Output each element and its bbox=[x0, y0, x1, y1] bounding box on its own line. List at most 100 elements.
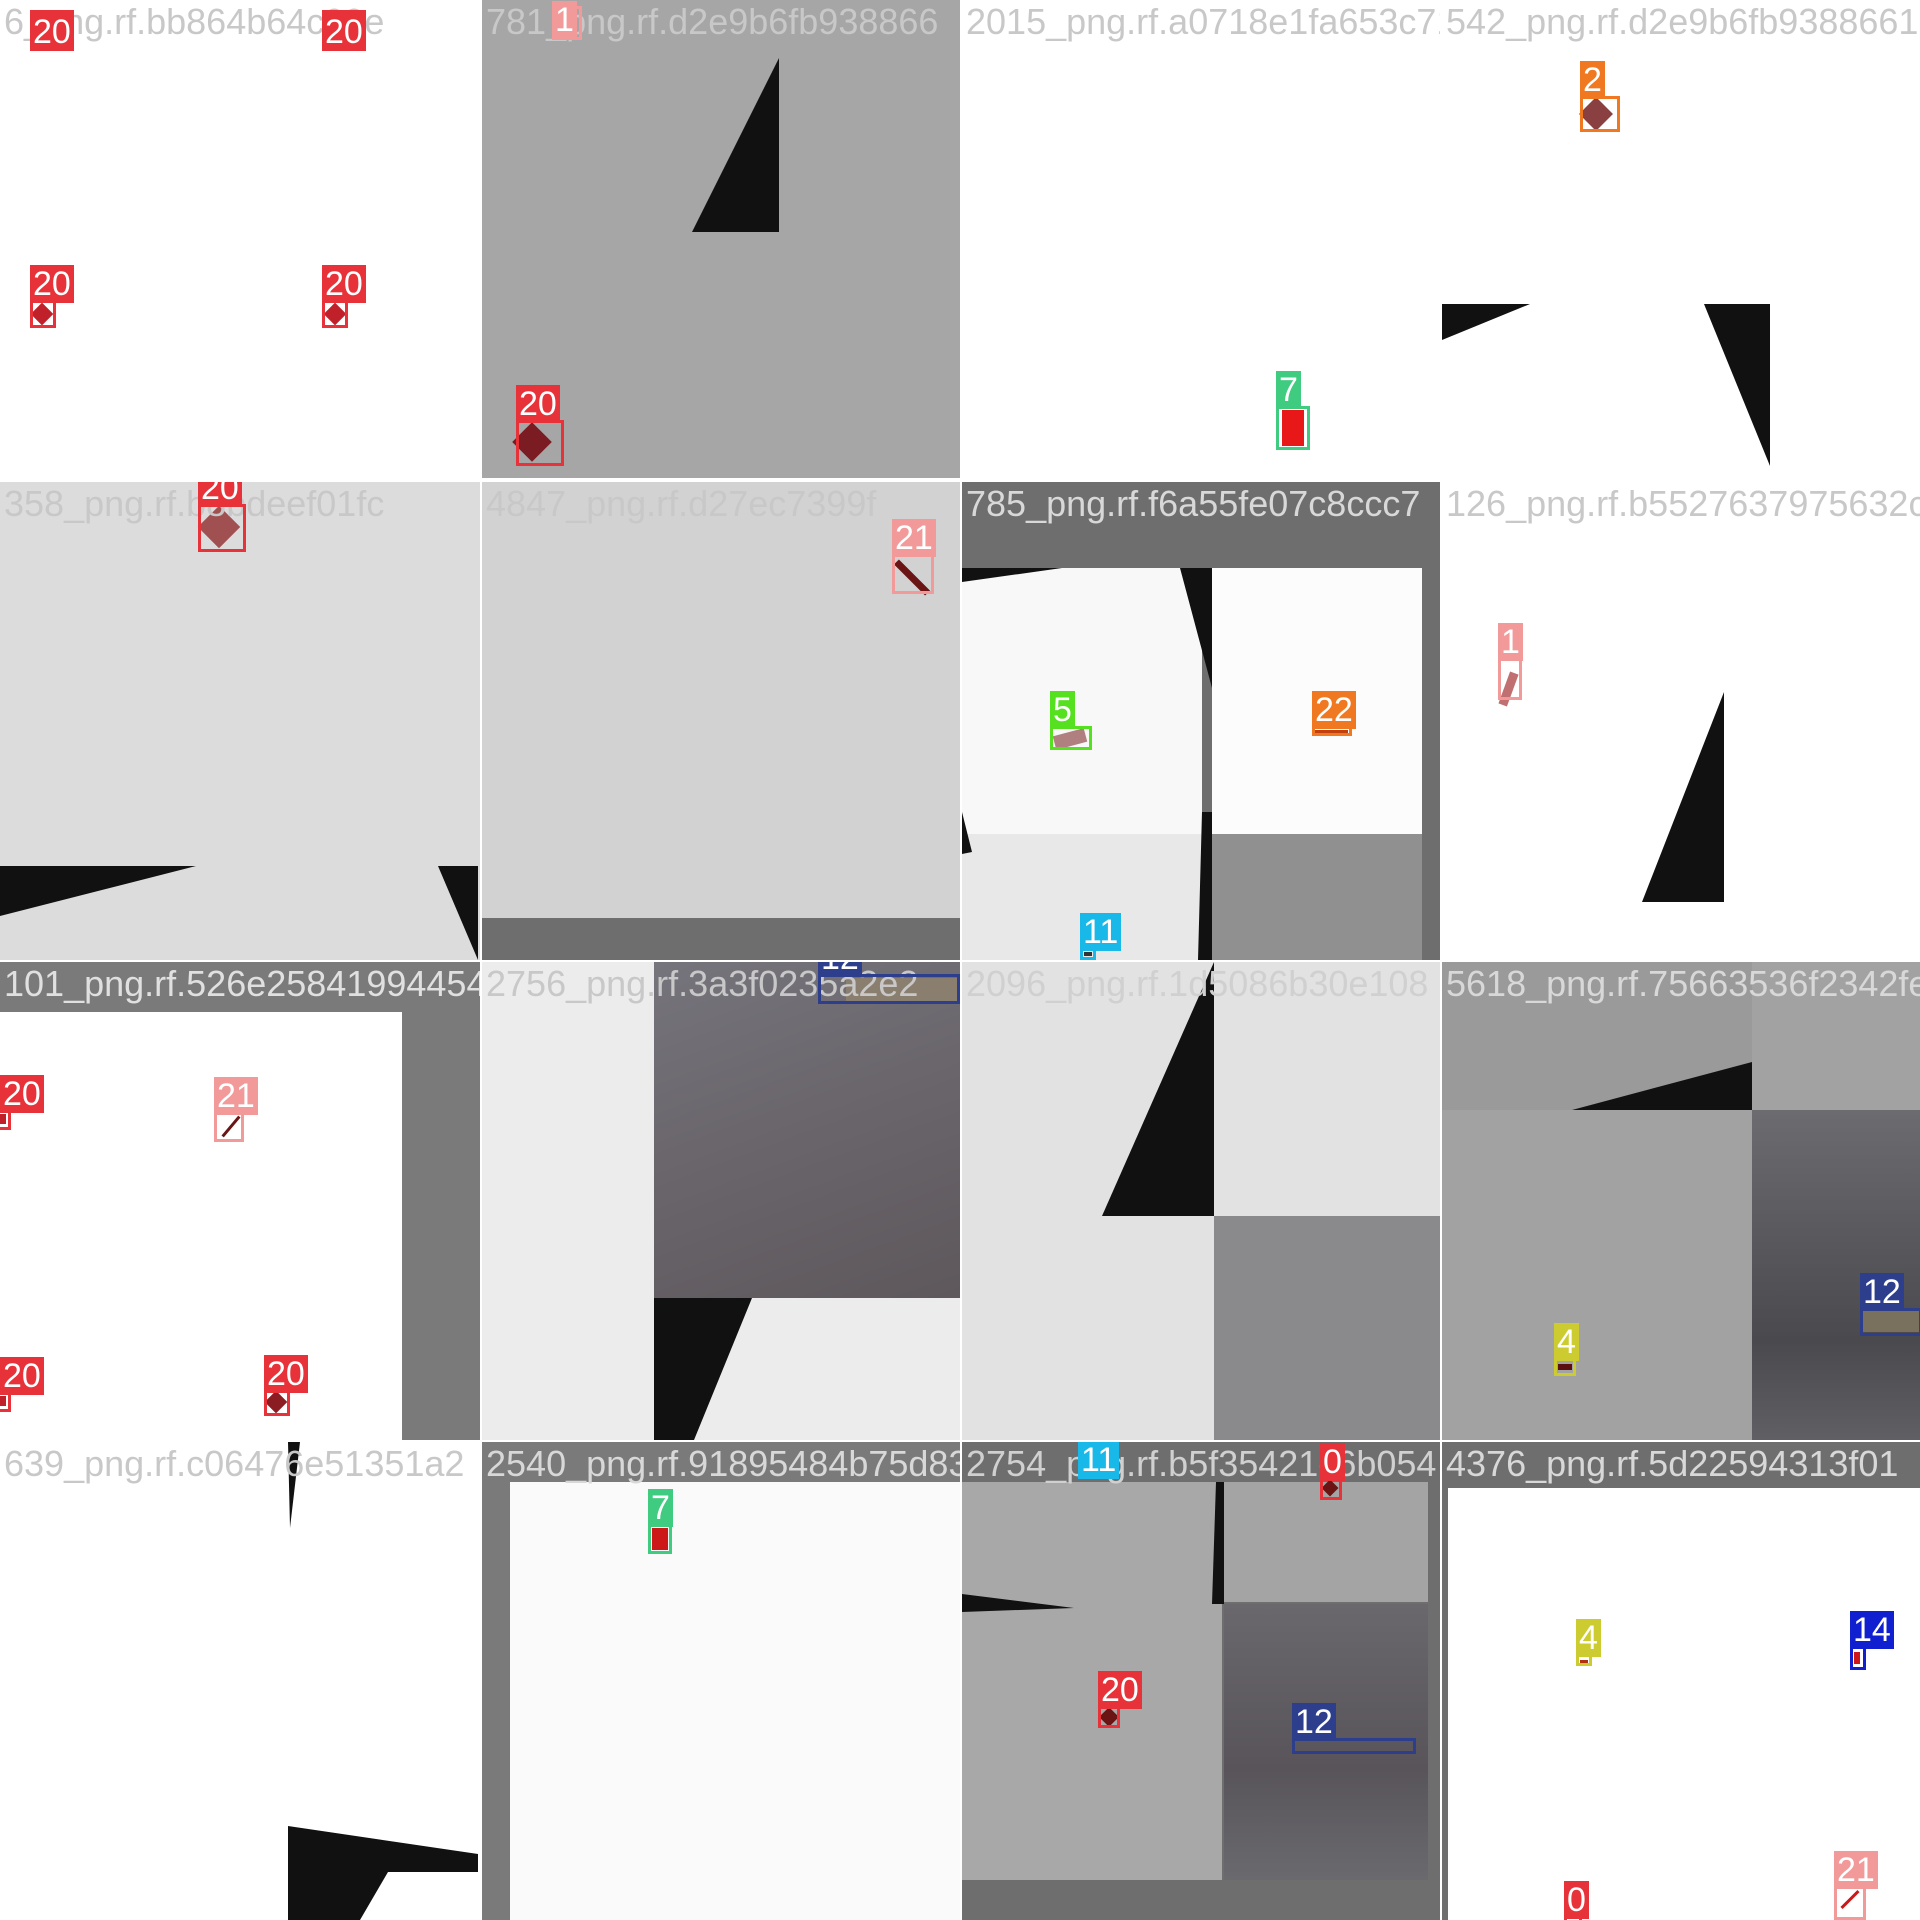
detection-box: 1 bbox=[1498, 623, 1523, 700]
grey-panel bbox=[1224, 1482, 1428, 1602]
tile-2: 2015_png.rf.a0718e1fa653c71542e 7 bbox=[962, 0, 1440, 478]
tile-6: 785_png.rf.f6a55fe07c8ccc7 5 22 11 bbox=[962, 482, 1440, 960]
detection-label: 20 bbox=[322, 265, 366, 303]
detection-label: 21 bbox=[892, 519, 936, 557]
detection-label: 20 bbox=[1098, 1671, 1142, 1709]
detection-label: 20 bbox=[198, 482, 242, 507]
detection-label: 14 bbox=[1850, 1611, 1894, 1649]
tile-1: 781_png.rf.d2e9b6fb938866 1 20 bbox=[482, 0, 960, 478]
detection-box: 20 bbox=[322, 10, 366, 51]
detection-label: 11 bbox=[1080, 913, 1122, 951]
detection-label: 2 bbox=[1580, 61, 1605, 99]
black-triangle bbox=[288, 1442, 478, 1920]
detection-box: 11 bbox=[1080, 913, 1122, 960]
tile-filename: 126_png.rf.b5527637975632c8 bbox=[1446, 483, 1920, 524]
detection-box: 2 bbox=[1580, 61, 1620, 132]
detection-box: 20 bbox=[30, 265, 74, 328]
detection-box: 20 bbox=[1098, 1671, 1142, 1728]
detection-box: 4 bbox=[1576, 1619, 1601, 1666]
detection-box: 22 bbox=[1312, 691, 1356, 736]
detection-box: 20 bbox=[0, 1075, 44, 1130]
detection-box: 12 bbox=[818, 962, 960, 1004]
black-triangle bbox=[1442, 304, 1770, 466]
dark-photo-panel bbox=[654, 962, 960, 1298]
tile-filename: 2754_png.rf.b5f35421c6b054 bbox=[966, 1443, 1437, 1484]
detection-label: 21 bbox=[214, 1077, 258, 1115]
detection-box: 20 bbox=[30, 10, 74, 51]
tile-3: 542_png.rf.d2e9b6fb938866177e199f 2 bbox=[1442, 0, 1920, 478]
detection-label: 20 bbox=[264, 1355, 308, 1393]
tile-filename: 358_png.rf.b8bdeef01fc bbox=[4, 483, 385, 524]
detection-label: 4 bbox=[1576, 1619, 1601, 1657]
tile-12: 639_png.rf.c06476e51351a2 bbox=[0, 1442, 480, 1920]
detection-label: 20 bbox=[0, 1357, 44, 1395]
detection-label: 20 bbox=[322, 13, 366, 51]
detection-label: 7 bbox=[648, 1489, 673, 1527]
tile-filename: 639_png.rf.c06476e51351a2 bbox=[4, 1443, 465, 1484]
tile-7: 126_png.rf.b5527637975632c8 1 bbox=[1442, 482, 1920, 960]
detection-label: 12 bbox=[1860, 1273, 1904, 1311]
grey-panel bbox=[1212, 834, 1422, 960]
detection-box: 20 bbox=[0, 1357, 44, 1412]
detection-box: 20 bbox=[322, 265, 366, 328]
tile-13: 2540_png.rf.91895484b75d8355696 7 bbox=[482, 1442, 960, 1920]
detection-label: 12 bbox=[818, 962, 862, 977]
detection-box: 7 bbox=[648, 1489, 673, 1554]
tile-filename: 2540_png.rf.91895484b75d8355696 bbox=[486, 1443, 960, 1484]
detection-box: 21 bbox=[214, 1077, 258, 1142]
tile-4: 358_png.rf.b8bdeef01fc 20 bbox=[0, 482, 480, 960]
detection-label: 20 bbox=[30, 265, 74, 303]
detection-label: 1 bbox=[1498, 623, 1523, 661]
tile-0: 6_png.rf.bb864b64c09e 20 20 20 20 bbox=[0, 0, 480, 480]
detection-label: 7 bbox=[1276, 371, 1301, 409]
black-triangle bbox=[1642, 692, 1724, 902]
grey-panel bbox=[962, 1482, 1222, 1880]
tile-filename: 542_png.rf.d2e9b6fb938866177e199f bbox=[1446, 1, 1920, 42]
detection-box: 7 bbox=[1276, 371, 1310, 450]
detection-box: 11 bbox=[1078, 1442, 1120, 1479]
white-panel bbox=[0, 1012, 402, 1440]
detection-label: 0 bbox=[1564, 1881, 1589, 1919]
detection-label: 20 bbox=[0, 1075, 44, 1113]
tile-11: 5618_png.rf.75663536f2342fe2 4 12 bbox=[1442, 962, 1920, 1440]
detection-box: 1 bbox=[552, 1, 582, 40]
detection-label: 1 bbox=[552, 1, 577, 39]
detection-label: 12 bbox=[1292, 1703, 1336, 1741]
tile-filename: 101_png.rf.526e25841994454 bbox=[4, 963, 480, 1004]
tile-filename: 2015_png.rf.a0718e1fa653c71542e bbox=[966, 1, 1440, 42]
tile-filename: 4847_png.rf.d27ec7399f bbox=[486, 483, 877, 524]
detection-label: 11 bbox=[1078, 1442, 1120, 1479]
grey-panel bbox=[1214, 1216, 1440, 1440]
detection-label: 20 bbox=[30, 13, 74, 51]
tile-filename: 785_png.rf.f6a55fe07c8ccc7 bbox=[966, 483, 1421, 524]
detection-box: 21 bbox=[1834, 1851, 1878, 1920]
detection-label: 20 bbox=[516, 385, 560, 423]
detection-box: 20 bbox=[516, 385, 564, 466]
tile-15: 4376_png.rf.5d22594313f01 4 14 0 21 bbox=[1442, 1442, 1920, 1920]
tile-10: 2096_png.rf.1d5086b30e108 bbox=[962, 962, 1440, 1440]
detection-box: 20 bbox=[264, 1355, 308, 1416]
detection-label: 5 bbox=[1050, 691, 1075, 729]
detection-box: 21 bbox=[892, 519, 936, 594]
detection-box: 0 bbox=[1564, 1881, 1589, 1920]
detection-box: 5 bbox=[1050, 691, 1092, 750]
black-triangle bbox=[0, 866, 478, 960]
tile-8: 101_png.rf.526e25841994454 20 21 20 20 bbox=[0, 962, 480, 1440]
tile-filename: 5618_png.rf.75663536f2342fe2 bbox=[1446, 963, 1920, 1004]
detection-label: 21 bbox=[1834, 1851, 1878, 1889]
detection-box: 14 bbox=[1850, 1611, 1894, 1670]
mosaic-grid: 6_png.rf.bb864b64c09e 20 20 20 20 781_pn… bbox=[0, 0, 1920, 1920]
detection-label: 22 bbox=[1312, 691, 1356, 729]
tile-14: 2754_png.rf.b5f35421c6b054 11 0 20 12 bbox=[962, 1442, 1440, 1920]
tile-5: 4847_png.rf.d27ec7399f 21 bbox=[482, 482, 960, 960]
white-panel bbox=[510, 1482, 960, 1920]
tile-filename: 4376_png.rf.5d22594313f01 bbox=[1446, 1443, 1899, 1484]
tile-filename: 2096_png.rf.1d5086b30e108 bbox=[966, 963, 1429, 1004]
detection-label: 0 bbox=[1320, 1443, 1345, 1481]
detection-box: 4 bbox=[1554, 1323, 1579, 1376]
detection-label: 4 bbox=[1554, 1323, 1579, 1361]
detection-box: 12 bbox=[1860, 1273, 1920, 1336]
detection-box: 0 bbox=[1320, 1443, 1345, 1500]
tile-9: 2756_png.rf.3a3f0235a2e2 12 bbox=[482, 962, 960, 1440]
detection-box: 20 bbox=[198, 482, 246, 552]
